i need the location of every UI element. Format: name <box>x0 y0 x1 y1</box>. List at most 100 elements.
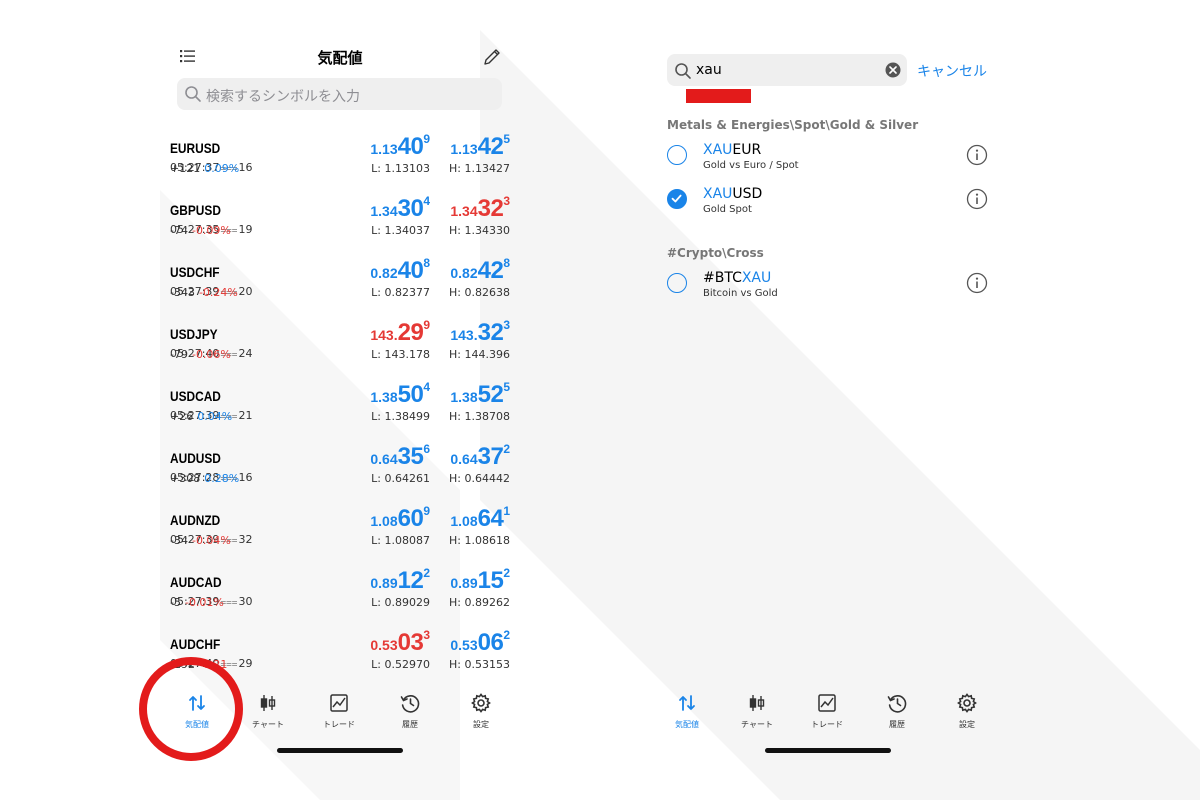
daily-low: L: 1.08087 <box>371 534 430 547</box>
ask-price-pips: 42 <box>477 257 504 284</box>
selected-checkmark-icon[interactable] <box>667 189 687 209</box>
tab-label: 履歴 <box>402 720 418 729</box>
results-section-title: #Crypto\Cross <box>667 246 764 260</box>
ask-price-fraction: 3 <box>503 318 510 332</box>
ask-price[interactable]: 1.38525 <box>420 380 510 409</box>
change-points: -79 <box>170 348 188 361</box>
table-row[interactable]: +121 0.09% GBPUSD 05:27:35⩶19 1.34304 1.34323… <box>163 162 517 248</box>
bid-price-major: 1.38 <box>370 389 398 405</box>
search-icon <box>675 63 691 79</box>
quotes-header: 気配値 <box>163 42 517 72</box>
change-percent: 0.04% <box>197 410 233 423</box>
info-icon[interactable] <box>966 188 988 210</box>
symbol-match: XAU <box>741 270 772 286</box>
tab-trade-chart[interactable]: トレード <box>797 692 857 730</box>
info-icon[interactable] <box>966 144 988 166</box>
change-percent: -0.24% <box>198 286 238 299</box>
spread-value: 19 <box>238 223 253 236</box>
table-row[interactable]: +308 0.28% AUDNZD 05:27:39⩶32 1.08609 1.08641… <box>163 472 517 558</box>
change-points: -34 <box>170 534 188 547</box>
table-row[interactable]: -34 -0.04% AUDCAD 05:27:39⩶30 0.89122 0.89152… <box>163 534 517 620</box>
ask-price[interactable]: 143.323 <box>420 318 510 347</box>
history-clock-icon <box>400 695 420 713</box>
daily-high: H: 0.64442 <box>449 472 510 485</box>
change-percent: 0.09% <box>204 162 240 175</box>
tab-candlestick-chart[interactable]: チャート <box>727 692 787 730</box>
daily-high: H: 0.82638 <box>449 286 510 299</box>
search-placeholder: 検索するシンボルを入力 <box>206 89 360 105</box>
ask-price[interactable]: 0.64372 <box>420 442 510 471</box>
bid-price[interactable]: 0.89122 <box>340 566 430 595</box>
daily-low: L: 143.178 <box>371 348 430 361</box>
results-section-title: Metals & Energies\Spot\Gold & Silver <box>667 118 919 132</box>
tab-label: トレード <box>323 720 355 729</box>
ask-price-major: 1.08 <box>450 513 478 529</box>
unselected-radio-icon[interactable] <box>667 145 687 165</box>
ask-price-pips: 52 <box>477 381 504 408</box>
list-item[interactable]: #BTCXAU Bitcoin vs Gold <box>667 270 1005 306</box>
tab-label: 気配値 <box>675 720 699 729</box>
ask-price[interactable]: 0.82428 <box>420 256 510 285</box>
bid-price[interactable]: 1.08609 <box>340 504 430 533</box>
history-clock-icon <box>887 695 907 713</box>
tab-quotes-arrows[interactable]: 気配値 <box>657 692 717 730</box>
daily-high: H: 1.08618 <box>449 534 510 547</box>
ask-price-major: 1.38 <box>450 389 478 405</box>
unselected-radio-icon[interactable] <box>667 273 687 293</box>
tab-candlestick-chart[interactable]: チャート <box>238 692 298 730</box>
edit-pencil-icon[interactable] <box>481 46 503 68</box>
symbol-name: #BTCXAU <box>703 270 771 286</box>
ask-price-major: 143. <box>450 327 478 343</box>
ask-price[interactable]: 1.34323 <box>420 194 510 223</box>
tab-trade-chart[interactable]: トレード <box>309 692 369 730</box>
table-row[interactable]: -343 -0.24% USDJPY 05:27:40⩶24 143.299 143.32… <box>163 286 517 372</box>
symbol-search-screen: xau キャンセル Metals & Energies\Spot\Gold & … <box>660 0 1005 800</box>
bid-price[interactable]: 1.34304 <box>340 194 430 223</box>
daily-change: +121 0.09% <box>170 162 239 175</box>
trade-chart-icon <box>818 694 836 712</box>
tab-history-clock[interactable]: 履歴 <box>867 692 927 730</box>
cancel-button[interactable]: キャンセル <box>917 61 987 81</box>
bid-price[interactable]: 143.299 <box>340 318 430 347</box>
symbol-name: USDJPY <box>170 326 218 342</box>
daily-high: H: 144.396 <box>449 348 510 361</box>
ask-price[interactable]: 1.08641 <box>420 504 510 533</box>
home-indicator <box>765 748 891 753</box>
ask-price[interactable]: 0.89152 <box>420 566 510 595</box>
tab-settings-gear[interactable]: 設定 <box>451 692 511 730</box>
tab-label: チャート <box>741 720 773 729</box>
symbol-search-field[interactable]: xau <box>667 54 907 86</box>
symbol-match: XAU <box>703 142 733 158</box>
tab-history-clock[interactable]: 履歴 <box>380 692 440 730</box>
ask-price-pips: 42 <box>477 133 504 160</box>
ask-price-fraction: 2 <box>503 566 510 580</box>
table-row[interactable]: EURUSD 05:27:37⩶16 1.13409 1.13425 L: 1.1310… <box>163 124 517 186</box>
bid-price[interactable]: 1.38504 <box>340 380 430 409</box>
tab-settings-gear[interactable]: 設定 <box>937 692 997 730</box>
ask-price-fraction: 2 <box>503 628 510 642</box>
table-row[interactable]: -74 -0.09% USDCHF 05:27:39⩶20 0.82408 0.82428… <box>163 224 517 310</box>
table-row[interactable]: +26 0.04% AUDUSD 05:27:28⩶16 0.64356 0.64372 L… <box>163 410 517 496</box>
ask-price-fraction: 3 <box>503 194 510 208</box>
ask-price[interactable]: 1.13425 <box>420 132 510 161</box>
daily-low: L: 0.82377 <box>371 286 430 299</box>
spread-value: 16 <box>238 471 253 484</box>
ask-price-major: 1.34 <box>450 203 478 219</box>
tab-label: トレード <box>811 720 843 729</box>
list-item[interactable]: XAUEUR Gold vs Euro / Spot <box>667 142 1005 178</box>
table-row[interactable]: -79 -0.06% USDCAD 05:27:39⩶21 1.38504 1.38525… <box>163 348 517 434</box>
symbol-name: XAUEUR <box>703 142 761 158</box>
clear-search-icon[interactable] <box>885 62 901 78</box>
ask-price[interactable]: 0.53062 <box>420 628 510 657</box>
symbol-name: USDCAD <box>170 388 221 404</box>
info-icon[interactable] <box>966 272 988 294</box>
ask-price-fraction: 5 <box>503 132 510 146</box>
bid-price[interactable]: 0.53033 <box>340 628 430 657</box>
list-item[interactable]: XAUUSD Gold Spot <box>667 186 1005 222</box>
bid-price[interactable]: 0.82408 <box>340 256 430 285</box>
quote-list[interactable]: EURUSD 05:27:37⩶16 1.13409 1.13425 L: 1.1310… <box>163 114 517 686</box>
bid-price[interactable]: 1.13409 <box>340 132 430 161</box>
symbol-search-input[interactable]: 検索するシンボルを入力 <box>177 78 502 110</box>
bid-price[interactable]: 0.64356 <box>340 442 430 471</box>
redaction-bar <box>686 89 751 103</box>
